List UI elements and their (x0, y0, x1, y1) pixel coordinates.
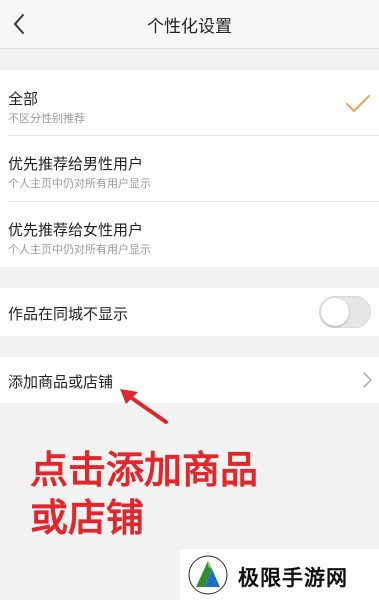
city-hide-toggle[interactable] (319, 296, 371, 328)
city-hide-row: 作品在同城不显示 (0, 288, 379, 336)
option-subtitle: 个人主页中仍对所有用户显示 (8, 177, 151, 190)
city-setting-group: 作品在同城不显示 (0, 288, 379, 336)
option-title: 优先推荐给男性用户 (8, 155, 144, 173)
watermark-text: 极限手游网 (238, 566, 348, 590)
navigation-bar: 个性化设置 (0, 0, 379, 49)
option-subtitle: 不区分性别推荐 (8, 112, 85, 125)
add-shop-row[interactable]: 添加商品或店铺 (0, 357, 379, 403)
page-title: 个性化设置 (147, 17, 232, 37)
option-title: 优先推荐给女性用户 (8, 221, 144, 239)
annotation-arrow-icon (120, 389, 168, 424)
option-all[interactable]: 全部 不区分性别推荐 (0, 70, 379, 135)
option-subtitle: 个人主页中仍对所有用户显示 (8, 243, 151, 256)
add-shop-label: 添加商品或店铺 (8, 373, 114, 391)
option-male[interactable]: 优先推荐给男性用户 个人主页中仍对所有用户显示 (0, 136, 379, 201)
recommend-options-group: 全部 不区分性别推荐 优先推荐给男性用户 个人主页中仍对所有用户显示 优先推荐给… (0, 70, 379, 267)
annotation-text: 点击添加商品 或店铺 (30, 446, 330, 542)
annotation-line-1: 点击添加商品 (30, 448, 259, 492)
toggle-knob (321, 298, 349, 326)
option-title: 全部 (8, 90, 39, 108)
chevron-right-icon (363, 372, 372, 388)
shop-setting-group: 添加商品或店铺 (0, 357, 379, 403)
watermark: 极限手游网 (180, 549, 379, 600)
checkmark-icon (346, 95, 370, 112)
option-female[interactable]: 优先推荐给女性用户 个人主页中仍对所有用户显示 (0, 202, 379, 267)
annotation-line-2: 或店铺 (30, 496, 145, 540)
watermark-logo-icon (188, 555, 228, 595)
city-hide-label: 作品在同城不显示 (8, 305, 129, 323)
